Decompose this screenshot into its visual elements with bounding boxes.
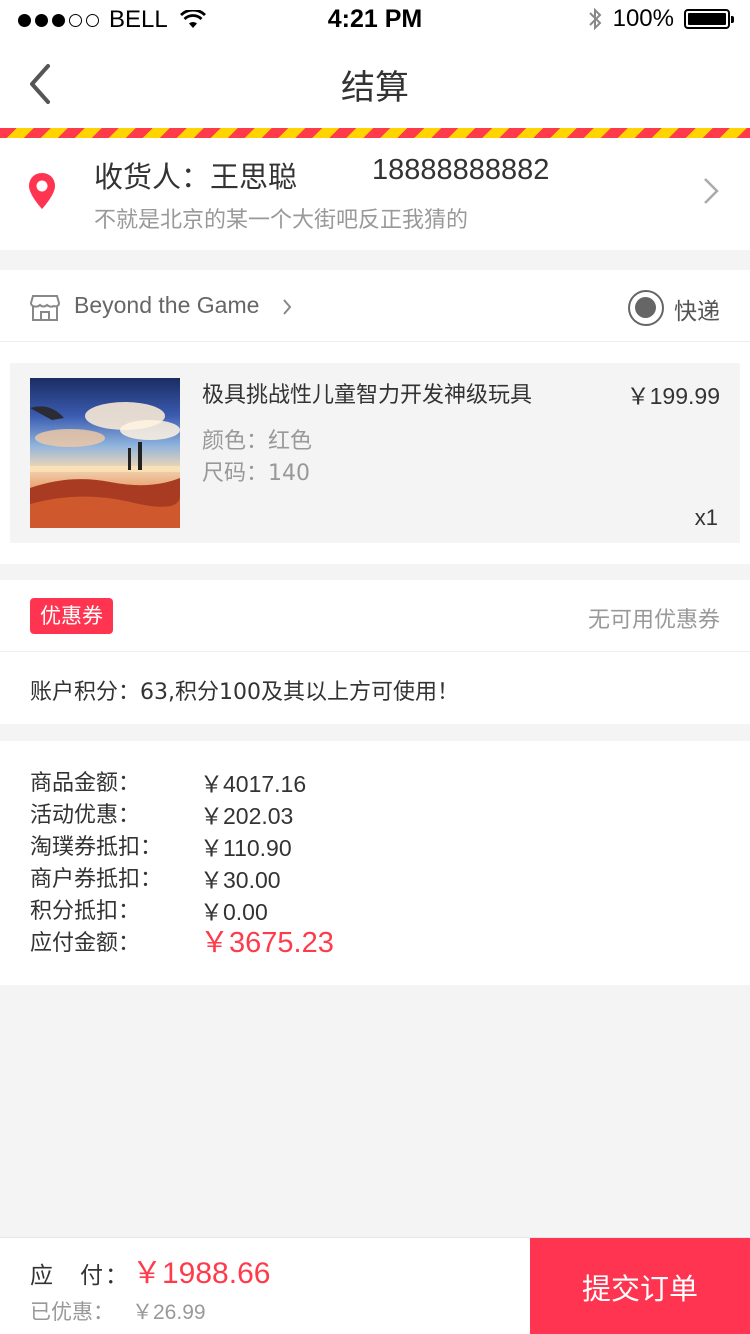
page-title: 结算 bbox=[341, 68, 409, 108]
battery-icon bbox=[684, 9, 734, 29]
amount-due: ￥3675.23 bbox=[200, 927, 334, 959]
summary-row: 商品金额： ￥4017.16 bbox=[30, 765, 730, 797]
receiver: 收货人：王思聪 bbox=[94, 154, 297, 196]
account-points: 账户积分：63,积分100及其以上方可使用！ bbox=[30, 680, 459, 705]
receiver-label: 收货人： bbox=[94, 160, 211, 194]
summary-row: 商户券抵扣： ￥30.00 bbox=[30, 861, 730, 893]
summary-value: ￥202.03 bbox=[200, 803, 294, 829]
coupon-badge: 优惠券 bbox=[30, 598, 113, 634]
chevron-right-icon bbox=[283, 299, 292, 315]
summary-row: 淘璞券抵扣： ￥110.90 bbox=[30, 829, 730, 861]
product-title: 极具挑战性儿童智力开发神级玩具 bbox=[202, 383, 533, 408]
nav-bar: 结算 bbox=[0, 40, 750, 128]
price-summary: 商品金额： ￥4017.16 活动优惠： ￥202.03 淘璞券抵扣： ￥110… bbox=[0, 741, 750, 985]
store-section: Beyond the Game 快递 极具挑战性儿童智力开发神级玩具 ￥199.… bbox=[0, 270, 750, 564]
coupon-row[interactable]: 优惠券 无可用优惠券 bbox=[0, 580, 750, 652]
summary-label: 活动优惠： bbox=[30, 803, 141, 828]
coupon-status: 无可用优惠券 bbox=[587, 608, 720, 633]
shipping-radio[interactable] bbox=[628, 290, 664, 326]
discount-amount: ￥26.99 bbox=[132, 1301, 206, 1324]
coupon-section: 优惠券 无可用优惠券 账户积分：63,积分100及其以上方可使用！ bbox=[0, 580, 750, 724]
product-item[interactable]: 极具挑战性儿童智力开发神级玩具 ￥199.99 颜色：红色 尺码：140 x1 bbox=[10, 363, 740, 543]
status-bar: BELL 4:21 PM 100% bbox=[0, 0, 750, 40]
address-detail: 不就是北京的某一个大街吧反正我猜的 bbox=[94, 208, 469, 233]
shipping-method-label: 快递 bbox=[674, 299, 720, 325]
product-color: 颜色：红色 bbox=[202, 429, 313, 454]
product-price: ￥199.99 bbox=[626, 383, 720, 409]
pay-label: 应 付： bbox=[30, 1263, 130, 1289]
battery-percent: 100% bbox=[612, 5, 674, 32]
product-quantity: x1 bbox=[694, 505, 718, 530]
store-name[interactable]: Beyond the Game bbox=[74, 292, 259, 319]
summary-label: 商户券抵扣： bbox=[30, 867, 163, 892]
discount-label: 已优惠： bbox=[30, 1300, 114, 1324]
summary-label: 应付金额： bbox=[30, 931, 141, 956]
store-row[interactable]: Beyond the Game 快递 bbox=[0, 270, 750, 342]
bluetooth-icon bbox=[588, 7, 602, 31]
chevron-right-icon bbox=[704, 178, 719, 204]
summary-row-total: 应付金额： ￥3675.23 bbox=[30, 925, 730, 959]
location-pin-icon bbox=[29, 173, 55, 209]
summary-row: 积分抵扣： ￥0.00 bbox=[30, 893, 730, 925]
status-right: 100% bbox=[587, 5, 734, 33]
summary-label: 淘璞券抵扣： bbox=[30, 835, 163, 860]
address-stripe-divider bbox=[0, 128, 750, 138]
address-card[interactable]: 收货人：王思聪 18888888882 不就是北京的某一个大街吧反正我猜的 bbox=[0, 138, 750, 250]
checkout-bar: 应 付： ￥1988.66 已优惠： ￥26.99 提交订单 bbox=[0, 1237, 750, 1334]
receiver-phone: 18888888882 bbox=[372, 154, 550, 186]
product-size: 尺码：140 bbox=[202, 461, 310, 486]
summary-value: ￥4017.16 bbox=[200, 771, 307, 797]
pay-amount: ￥1988.66 bbox=[132, 1257, 271, 1290]
product-image bbox=[30, 378, 180, 528]
summary-value: ￥30.00 bbox=[200, 867, 281, 893]
store-icon bbox=[30, 295, 60, 321]
submit-order-button[interactable]: 提交订单 bbox=[530, 1238, 750, 1334]
summary-value: ￥110.90 bbox=[200, 835, 292, 861]
summary-label: 商品金额： bbox=[30, 771, 141, 796]
summary-label: 积分抵扣： bbox=[30, 899, 141, 924]
summary-row: 活动优惠： ￥202.03 bbox=[30, 797, 730, 829]
receiver-name: 王思聪 bbox=[210, 160, 298, 194]
